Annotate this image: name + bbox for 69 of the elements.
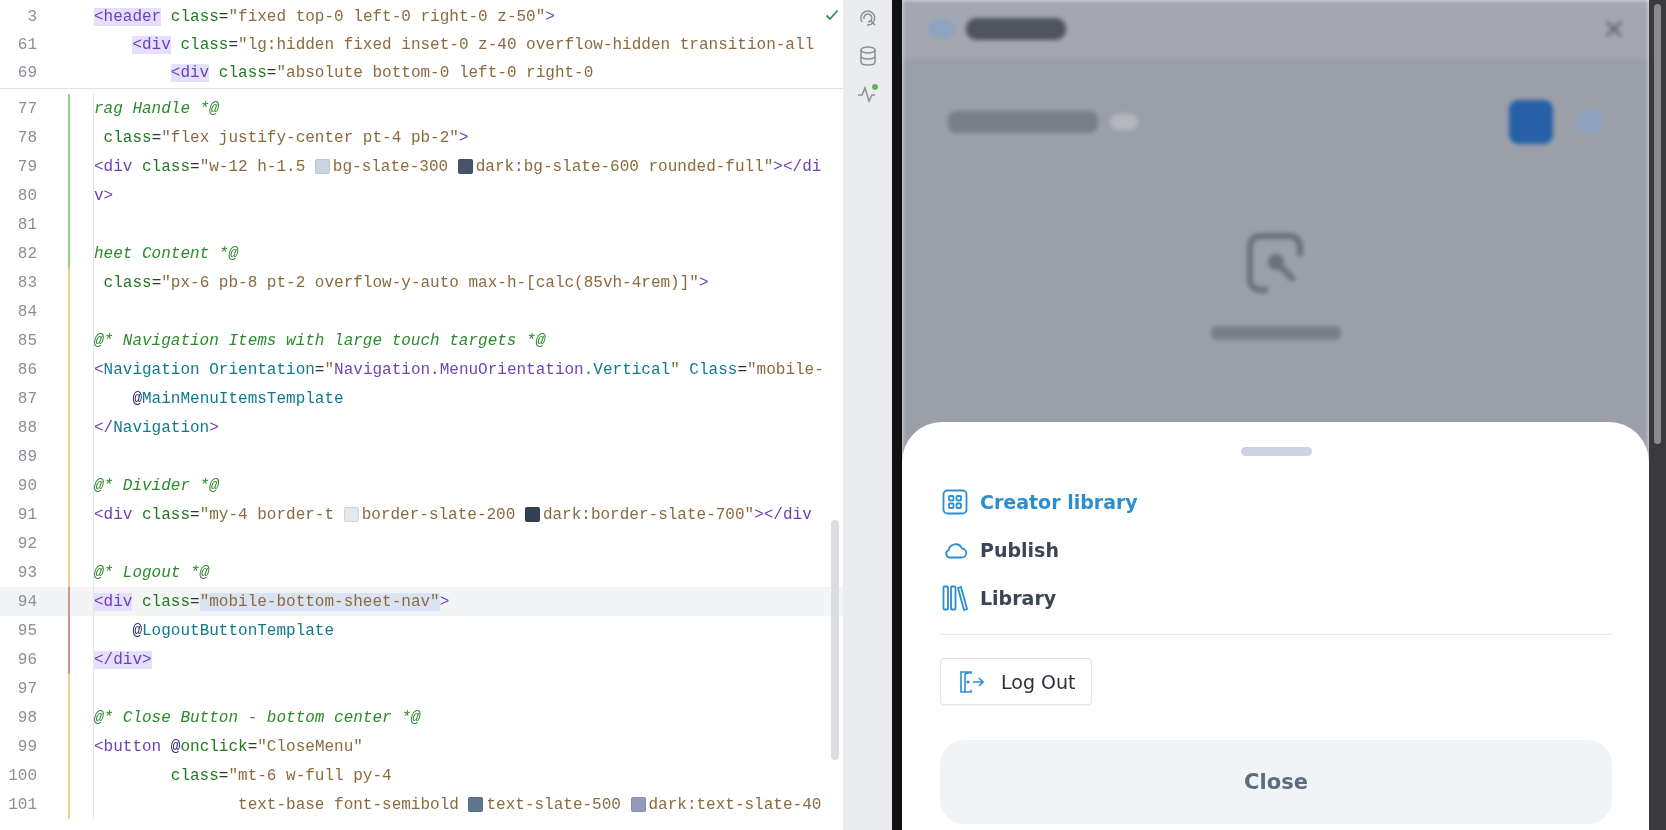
line-number: 88 (16, 418, 37, 437)
line-number: 96 (16, 650, 37, 669)
logout-button[interactable]: Log Out (940, 658, 1093, 705)
line-number: 86 (16, 360, 37, 379)
code-line: heet Content *@ (94, 244, 240, 263)
line-number: 84 (16, 302, 37, 321)
code-line: <Navigation Orientation="Navigation.MenuOrientation.Vertical" Class="mobile- (94, 360, 825, 379)
circle-icon (1577, 109, 1603, 135)
nav-item[interactable]: Creator library (940, 478, 1138, 526)
code-line: <header class="fixed top-0 left-0 right-0 z-50"> (94, 8, 556, 26)
code-line: @* Close Button - bottom center *@ (94, 708, 422, 727)
line-number: 94 (16, 592, 37, 611)
activity-icon[interactable] (856, 84, 879, 104)
line-number: 79 (16, 157, 37, 176)
line-number: 81 (16, 215, 37, 234)
line-number: 83 (16, 273, 37, 292)
line-number: 95 (16, 621, 37, 640)
code-line: class="px-6 pb-8 pt-2 overflow-y-auto max-h-[calc(85vh-4rem)]"> (102, 273, 710, 292)
code-line: <div class="w-12 h-1.5 bg-slate-300 dark:bg-slate-600 rounded-full"></di (94, 157, 823, 176)
line-number: 78 (16, 128, 37, 147)
close-icon (1605, 20, 1623, 38)
line-number: 100 (7, 766, 37, 785)
code-line: @* Divider *@ (94, 476, 220, 495)
code-line: <div class="lg:hidden fixed inset-0 z-40 overflow-hidden transition-all (131, 36, 816, 54)
code-line: <button @onclick="CloseMenu" (94, 737, 364, 756)
line-number: 80 (16, 186, 37, 205)
line-number: 82 (16, 244, 37, 263)
code-line: text-base font-semibold text-slate-500 dark:text-slate-40 (237, 795, 823, 814)
code-line: @LogoutButtonTemplate (131, 621, 336, 640)
code-line: v> (94, 186, 115, 205)
line-number: 69 (16, 64, 37, 82)
drag-handle[interactable] (1240, 447, 1312, 456)
scrollbar[interactable] (831, 520, 839, 760)
line-number: 91 (16, 505, 37, 524)
line-number: 92 (16, 534, 37, 553)
line-number: 87 (16, 389, 37, 408)
grid-icon (942, 489, 968, 515)
line-number: 97 (16, 679, 37, 698)
code-line: <div class="mobile-bottom-sheet-nav"> (94, 592, 451, 611)
code-line: rag Handle *@ (94, 99, 220, 118)
code-line: </Navigation> (94, 418, 220, 437)
line-number: 98 (16, 708, 37, 727)
code-line: @* Logout *@ (94, 563, 211, 582)
check-icon (825, 9, 839, 21)
code-line: <div class="absolute bottom-0 left-0 right-0 (169, 64, 595, 82)
line-number: 101 (7, 795, 37, 814)
code-line: @MainMenuItemsTemplate (131, 389, 345, 408)
line-number: 99 (16, 737, 37, 756)
line-number: 93 (16, 563, 37, 582)
line-number: 61 (16, 36, 37, 54)
line-number: 90 (16, 476, 37, 495)
code-line: @* Navigation Items with large touch targets *@ (94, 331, 547, 350)
count-badge (1110, 114, 1138, 130)
scrollbar[interactable] (1654, 4, 1661, 444)
logout-icon (959, 669, 985, 694)
empty-state-icon (1245, 232, 1306, 296)
line-number: 77 (16, 99, 37, 118)
code-line: class="flex justify-center pt-4 pb-2"> (102, 128, 470, 147)
books-icon (942, 585, 968, 611)
nav-item[interactable]: Publish (940, 526, 1059, 574)
nav-item[interactable]: Library (940, 574, 1057, 622)
cloud-icon (942, 541, 968, 559)
line-number: 85 (16, 331, 37, 350)
code-line: <div class="my-4 border-t border-slate-200 dark:border-slate-700"></div (94, 505, 813, 524)
database-icon[interactable] (858, 46, 877, 66)
line-number: 3 (26, 8, 37, 26)
close-button[interactable]: Close (940, 740, 1612, 824)
line-number: 89 (16, 447, 37, 466)
code-line: class="mt-6 w-full py-4 (169, 766, 393, 785)
